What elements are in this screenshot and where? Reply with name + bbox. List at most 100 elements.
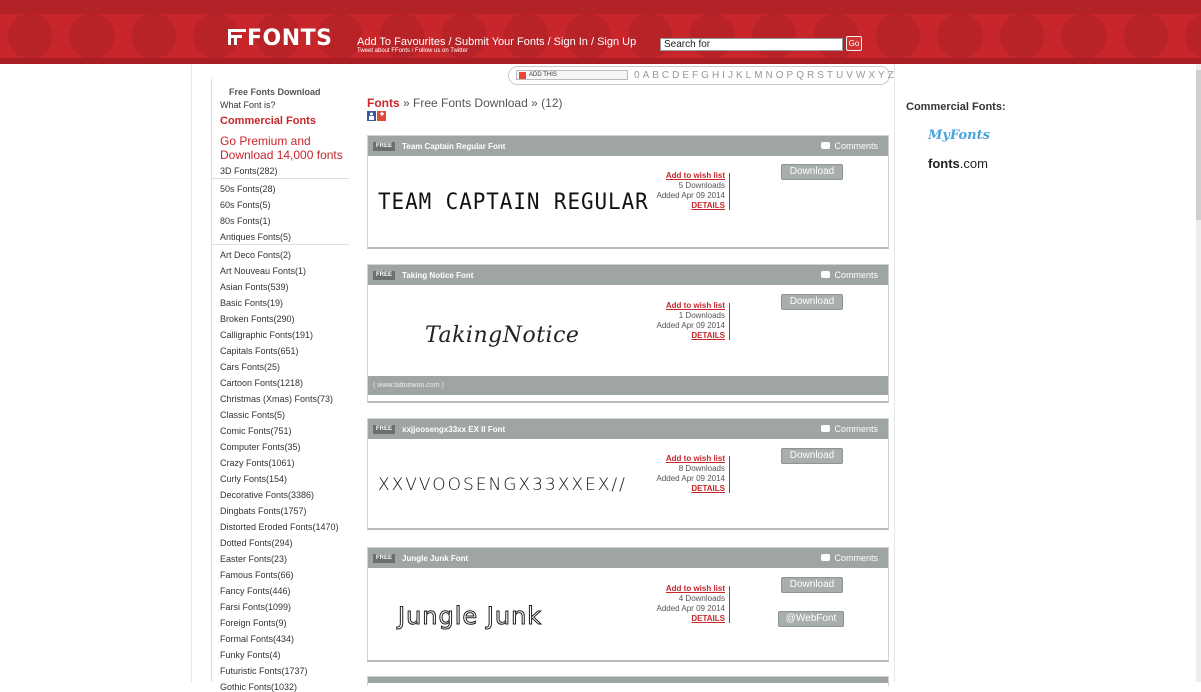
- details-link[interactable]: DETAILS: [656, 614, 725, 624]
- twitter-links[interactable]: Tweet about FFonts / Follow us on Twitte…: [357, 48, 468, 54]
- what-font-link[interactable]: What Font is?: [220, 100, 276, 110]
- details-link[interactable]: DETAILS: [656, 331, 725, 341]
- alphabet-letter[interactable]: K: [736, 70, 743, 81]
- category-link[interactable]: Funky Fonts(4): [220, 650, 281, 660]
- category-link[interactable]: 60s Fonts(5): [220, 200, 271, 210]
- alphabet-letter[interactable]: W: [856, 70, 865, 81]
- category-link[interactable]: Dotted Fonts(294): [220, 538, 293, 548]
- alphabet-letter[interactable]: X: [868, 70, 875, 81]
- comments-link[interactable]: Comments: [821, 141, 878, 151]
- alphabet-letter[interactable]: R: [807, 70, 814, 81]
- details-link[interactable]: DETAILS: [656, 484, 725, 494]
- category-link[interactable]: Calligraphic Fonts(191): [220, 330, 313, 340]
- scrollbar-thumb[interactable]: [1196, 70, 1201, 220]
- fontscom-logo[interactable]: fonts.com: [928, 156, 988, 171]
- category-link[interactable]: Classic Fonts(5): [220, 410, 285, 420]
- category-link[interactable]: Asian Fonts(539): [220, 282, 289, 292]
- alphabet-letter[interactable]: D: [672, 70, 679, 81]
- alphabet-letter[interactable]: N: [766, 70, 773, 81]
- category-link[interactable]: Antiques Fonts(5): [220, 232, 291, 242]
- alphabet-letter[interactable]: T: [827, 70, 833, 81]
- alphabet-letter[interactable]: L: [746, 70, 752, 81]
- category-link[interactable]: Decorative Fonts(3386): [220, 490, 314, 500]
- premium-link[interactable]: Go Premium and Download 14,000 fonts: [220, 134, 343, 162]
- alphabet-letter[interactable]: B: [652, 70, 659, 81]
- details-link[interactable]: DETAILS: [656, 201, 725, 211]
- alphabet-letter[interactable]: P: [787, 70, 794, 81]
- font-title-link[interactable]: Taking Notice Font: [402, 271, 473, 280]
- category-link[interactable]: Easter Fonts(23): [220, 554, 287, 564]
- comments-link[interactable]: Comments: [821, 270, 878, 280]
- alphabet-letter[interactable]: I: [722, 70, 725, 81]
- category-link[interactable]: 50s Fonts(28): [220, 184, 276, 194]
- alphabet-letter[interactable]: Y: [878, 70, 885, 81]
- category-link[interactable]: Cars Fonts(25): [220, 362, 280, 372]
- comments-link[interactable]: Comments: [821, 424, 878, 434]
- category-link[interactable]: Dingbats Fonts(1757): [220, 506, 307, 516]
- category-link[interactable]: Fancy Fonts(446): [220, 586, 291, 596]
- category-link[interactable]: Christmas (Xmas) Fonts(73): [220, 394, 333, 404]
- alphabet-letter[interactable]: F: [692, 70, 698, 81]
- category-link[interactable]: Cartoon Fonts(1218): [220, 378, 303, 388]
- alphabet-letter[interactable]: O: [776, 70, 784, 81]
- category-link[interactable]: Famous Fonts(66): [220, 570, 294, 580]
- category-link[interactable]: Distorted Eroded Fonts(1470): [220, 522, 339, 532]
- alphabet-letter[interactable]: G: [701, 70, 709, 81]
- site-logo[interactable]: FONTS: [228, 26, 333, 51]
- alphabet-letter[interactable]: H: [712, 70, 719, 81]
- category-link[interactable]: Futuristic Fonts(1737): [220, 666, 308, 676]
- font-title-link[interactable]: xxjjoosengx33xx EX II Font: [402, 425, 505, 434]
- add-to-wishlist-link[interactable]: Add to wish list: [656, 584, 725, 594]
- alphabet-letter[interactable]: J: [728, 70, 733, 81]
- category-link[interactable]: Gothic Fonts(1032): [220, 682, 297, 692]
- category-link[interactable]: 3D Fonts(282): [220, 166, 278, 176]
- alphabet-letter[interactable]: V: [846, 70, 853, 81]
- alphabet-letter[interactable]: Z: [888, 70, 894, 81]
- category-link[interactable]: Formal Fonts(434): [220, 634, 294, 644]
- font-preview[interactable]: TEAM CAPTAIN REGULAR: [378, 190, 649, 215]
- add-to-wishlist-link[interactable]: Add to wish list: [656, 454, 725, 464]
- font-preview[interactable]: TakingNotice: [425, 323, 579, 348]
- download-button[interactable]: Download: [781, 294, 843, 310]
- breadcrumb-home[interactable]: Fonts: [367, 96, 400, 110]
- category-link[interactable]: Art Nouveau Fonts(1): [220, 266, 306, 276]
- category-link[interactable]: Capitals Fonts(651): [220, 346, 299, 356]
- alphabet-letter[interactable]: A: [643, 70, 650, 81]
- category-link[interactable]: Foreign Fonts(9): [220, 618, 287, 628]
- font-preview[interactable]: XXVVOOSENGX33XXEX//: [378, 475, 627, 495]
- font-title-link[interactable]: Jungle Junk Font: [402, 554, 468, 563]
- alphabet-letter[interactable]: U: [836, 70, 843, 81]
- font-preview[interactable]: Jungle Junk: [397, 602, 542, 631]
- account-links[interactable]: Add To Favourites / Submit Your Fonts / …: [357, 36, 636, 48]
- alphabet-letter[interactable]: E: [682, 70, 689, 81]
- download-button[interactable]: Download: [781, 448, 843, 464]
- addthis-button[interactable]: ADD THIS: [516, 70, 628, 80]
- search-go-button[interactable]: Go: [846, 36, 862, 51]
- search-input[interactable]: Search for: [660, 38, 843, 51]
- share-icon[interactable]: [367, 111, 386, 121]
- category-link[interactable]: 80s Fonts(1): [220, 216, 271, 226]
- category-link[interactable]: Comic Fonts(751): [220, 426, 292, 436]
- category-link[interactable]: Art Deco Fonts(2): [220, 250, 291, 260]
- add-to-wishlist-link[interactable]: Add to wish list: [656, 171, 725, 181]
- alphabet-letter[interactable]: C: [662, 70, 669, 81]
- alphabet-letter[interactable]: M: [754, 70, 762, 81]
- breadcrumb-section[interactable]: Free Fonts Download: [413, 96, 528, 110]
- webfont-button[interactable]: @WebFont: [778, 611, 844, 627]
- myfonts-logo[interactable]: MyFonts: [928, 128, 990, 143]
- add-to-wishlist-link[interactable]: Add to wish list: [656, 301, 725, 311]
- download-button[interactable]: Download: [781, 164, 843, 180]
- font-title-link[interactable]: Team Captain Regular Font: [402, 142, 505, 151]
- category-link[interactable]: Broken Fonts(290): [220, 314, 295, 324]
- download-button[interactable]: Download: [781, 577, 843, 593]
- commercial-fonts-link[interactable]: Commercial Fonts: [220, 115, 316, 127]
- category-link[interactable]: Farsi Fonts(1099): [220, 602, 291, 612]
- category-link[interactable]: Basic Fonts(19): [220, 298, 283, 308]
- alphabet-letter[interactable]: Q: [796, 70, 804, 81]
- alphabet-letter[interactable]: 0: [634, 70, 640, 81]
- comments-link[interactable]: Comments: [821, 553, 878, 563]
- category-link[interactable]: Crazy Fonts(1061): [220, 458, 295, 468]
- category-link[interactable]: Computer Fonts(35): [220, 442, 301, 452]
- category-link[interactable]: Curly Fonts(154): [220, 474, 287, 484]
- alphabet-letter[interactable]: S: [817, 70, 824, 81]
